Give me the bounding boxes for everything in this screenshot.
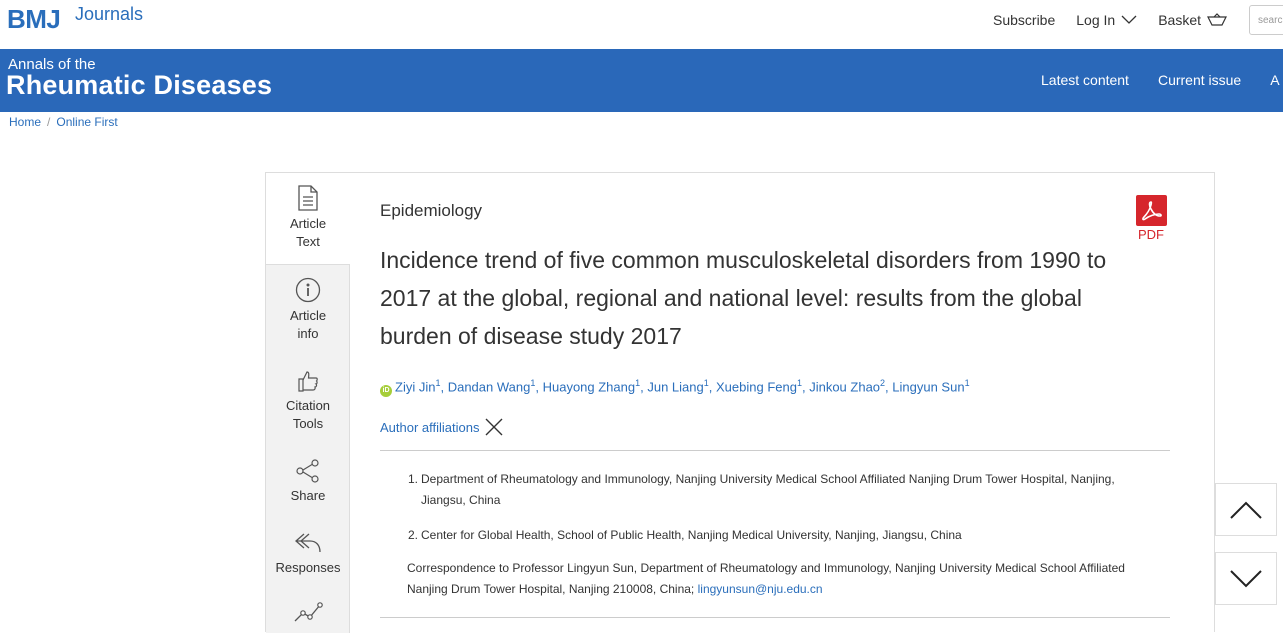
journal-title-line2[interactable]: Rheumatic Diseases — [6, 70, 272, 101]
correspondence-email-link[interactable]: lingyunsun@nju.edu.cn — [698, 582, 823, 596]
breadcrumb-online-first[interactable]: Online First — [56, 115, 117, 129]
nav-latest-content[interactable]: Latest content — [1041, 72, 1129, 88]
chevron-down-icon — [1230, 569, 1262, 587]
journals-label[interactable]: Journals — [75, 4, 143, 25]
login-link[interactable]: Log In — [1076, 12, 1137, 28]
correspondence: Correspondence to Professor Lingyun Sun,… — [407, 558, 1167, 600]
author-link[interactable]: Xuebing Feng — [716, 379, 797, 394]
nav-current-issue[interactable]: Current issue — [1158, 72, 1241, 88]
divider — [380, 450, 1170, 451]
author-affiliations-toggle[interactable]: Author affiliations — [380, 417, 504, 437]
sidebar-item-responses[interactable]: Responses — [266, 531, 350, 577]
search-input[interactable]: search — [1249, 5, 1283, 35]
sidebar-label: Article — [289, 216, 327, 231]
author-link[interactable]: Dandan Wang — [448, 379, 531, 394]
author-link[interactable]: Ziyi Jin — [395, 379, 435, 394]
author-link[interactable]: Lingyun Sun — [892, 379, 964, 394]
author-affiliations-label: Author affiliations — [380, 419, 480, 435]
chevron-up-icon — [1230, 501, 1262, 519]
scroll-down-button[interactable] — [1215, 552, 1277, 605]
author-link[interactable]: Huayong Zhang — [543, 379, 636, 394]
pdf-label: PDF — [1138, 227, 1164, 242]
article-sidebar: Article Text Article info Citation Tools… — [266, 173, 350, 633]
nav-archive[interactable]: A — [1270, 72, 1279, 88]
sidebar-item-citation-tools[interactable]: Citation Tools — [266, 369, 350, 433]
chevron-down-icon — [1121, 15, 1137, 24]
basket-label: Basket — [1158, 12, 1202, 28]
subscribe-link[interactable]: Subscribe — [993, 12, 1055, 28]
sidebar-label: Share — [290, 488, 326, 503]
thumbs-up-icon — [298, 371, 318, 392]
pdf-icon — [1135, 195, 1167, 226]
affiliation-number: 1. — [408, 472, 419, 486]
author-list: iD Ziyi Jin1, Dandan Wang1, Huayong Zhang… — [380, 378, 970, 398]
sidebar-label: Text — [296, 234, 320, 249]
breadcrumb-separator: / — [47, 115, 51, 129]
sidebar-item-share[interactable]: Share — [266, 459, 350, 505]
main-nav: Latest content Current issue A — [1041, 72, 1283, 88]
article-category: Epidemiology — [380, 201, 483, 220]
bmj-logo[interactable]: BMJ — [7, 4, 61, 35]
sidebar-item-metrics[interactable] — [266, 601, 350, 629]
author-link[interactable]: Jinkou Zhao — [809, 379, 880, 394]
article-card: Article Text Article info Citation Tools… — [265, 172, 1215, 633]
close-icon — [485, 418, 502, 436]
sidebar-item-article-info[interactable]: Article info — [266, 277, 350, 343]
sidebar-label: Citation — [285, 398, 331, 413]
journal-banner: Annals of the Rheumatic Diseases Latest … — [0, 49, 1283, 112]
breadcrumb: Home / Online First — [9, 115, 118, 129]
affiliation-number: 2. — [408, 528, 419, 542]
sidebar-item-article-text[interactable]: Article Text — [266, 173, 350, 265]
basket-icon — [1207, 13, 1227, 26]
sidebar-label: Tools — [292, 416, 324, 431]
orcid-icon[interactable]: iD — [380, 385, 392, 398]
author-link[interactable]: Jun Liang — [647, 379, 703, 394]
subscribe-label: Subscribe — [993, 12, 1056, 28]
pdf-download-button[interactable]: PDF — [1134, 195, 1168, 242]
affiliation-text: Center for Global Health, School of Publ… — [421, 528, 962, 542]
article-title: Incidence trend of five common musculosk… — [380, 247, 1107, 349]
login-label: Log In — [1076, 12, 1116, 28]
scroll-up-button[interactable] — [1215, 483, 1277, 536]
top-bar: BMJ Journals Subscribe Log In Basket sea… — [0, 0, 1283, 49]
affiliation-text: Department of Rheumatology and Immunolog… — [421, 472, 1115, 507]
affiliations-list: 1. Department of Rheumatology and Immuno… — [408, 469, 1153, 560]
share-icon — [296, 459, 319, 483]
affiliation-item: 1. Department of Rheumatology and Immuno… — [408, 469, 1153, 511]
basket-link[interactable]: Basket — [1158, 12, 1227, 28]
breadcrumb-home[interactable]: Home — [9, 115, 41, 129]
metrics-icon — [294, 602, 323, 622]
reply-icon — [295, 533, 321, 553]
sidebar-label: info — [297, 326, 319, 341]
account-links: Subscribe Log In Basket — [993, 12, 1248, 28]
divider — [380, 617, 1170, 618]
affiliation-item: 2. Center for Global Health, School of P… — [408, 525, 1153, 546]
info-icon — [295, 277, 321, 303]
document-icon — [298, 185, 318, 211]
sidebar-label: Article — [289, 308, 327, 323]
sidebar-label: Responses — [275, 560, 341, 575]
